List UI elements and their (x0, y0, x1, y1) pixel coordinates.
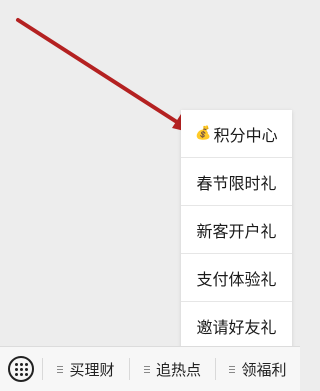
popup-menu: 💰 积分中心 春节限时礼 新客开户礼 支付体验礼 邀请好友礼 (181, 110, 292, 350)
menu-tab-buy-wealth[interactable]: 买理财 (43, 347, 129, 391)
menu-item-label: 支付体验礼 (196, 269, 277, 289)
menu-tab-label: 领福利 (241, 360, 287, 379)
menu-lines-icon (229, 365, 236, 373)
menu-item-label: 春节限时礼 (196, 173, 277, 193)
menu-item-payment-trial-gift[interactable]: 支付体验礼 (181, 254, 292, 302)
menu-tab-label: 买理财 (69, 360, 115, 379)
menu-item-spring-festival-gift[interactable]: 春节限时礼 (181, 158, 292, 206)
menu-item-label: 邀请好友礼 (196, 318, 277, 337)
menu-item-points-center[interactable]: 💰 积分中心 (181, 110, 292, 158)
menu-tab-benefits[interactable]: 领福利 (216, 347, 300, 391)
menu-item-invite-friends-gift[interactable]: 邀请好友礼 (181, 302, 292, 350)
bottom-menu-bar: 买理财 追热点 领福利 (0, 346, 300, 391)
money-bag-icon: 💰 (195, 126, 212, 141)
menu-lines-icon (143, 365, 150, 373)
menu-item-new-account-gift[interactable]: 新客开户礼 (181, 206, 292, 254)
keyboard-icon[interactable] (8, 356, 34, 382)
menu-item-label: 积分中心 (213, 125, 278, 145)
menu-tab-label: 追热点 (155, 360, 201, 379)
menu-lines-icon (57, 365, 64, 373)
menu-item-label: 新客开户礼 (196, 221, 277, 241)
menu-tab-trending[interactable]: 追热点 (130, 347, 215, 391)
